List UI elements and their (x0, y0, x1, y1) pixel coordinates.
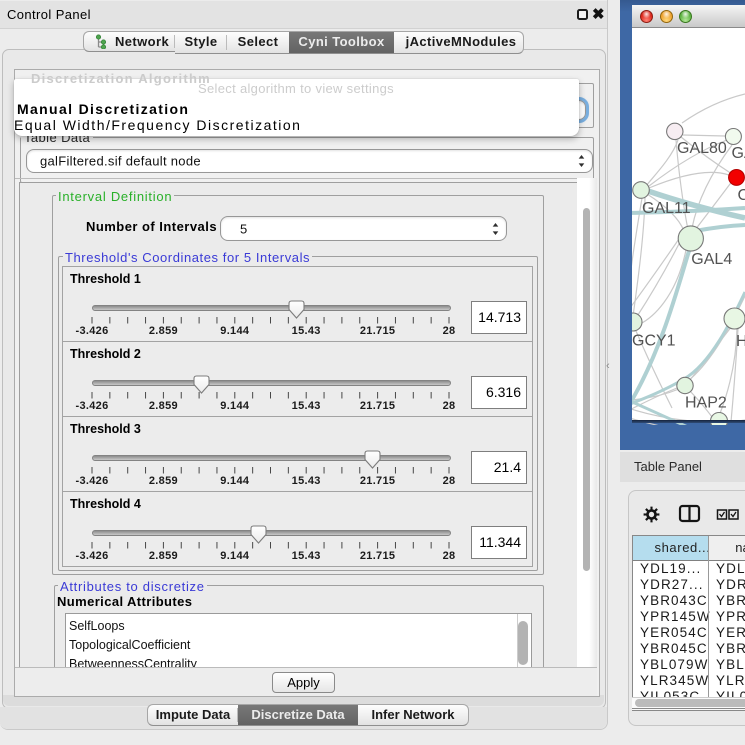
svg-text:HAP4: HAP4 (736, 333, 745, 350)
svg-text:GAL11: GAL11 (642, 200, 691, 217)
svg-text:GAL80: GAL80 (677, 140, 727, 157)
svg-text:GCY1: GCY1 (632, 333, 676, 350)
svg-text:CDC: CDC (738, 187, 745, 204)
svg-text:GAL4: GAL4 (691, 251, 732, 268)
svg-text:GAL1: GAL1 (732, 145, 745, 162)
svg-text:HAP2: HAP2 (685, 395, 727, 412)
